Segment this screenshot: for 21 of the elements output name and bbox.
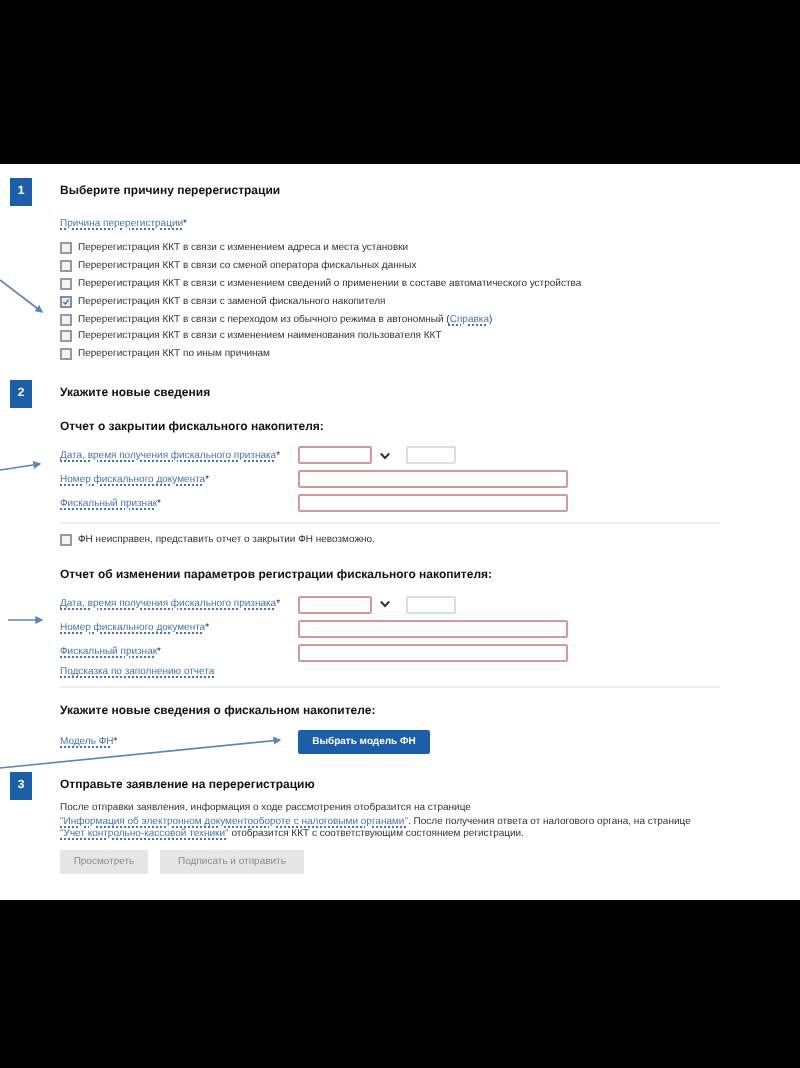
pointer-arrow bbox=[7, 616, 44, 624]
input-field[interactable] bbox=[298, 619, 568, 638]
checkbox[interactable] bbox=[60, 533, 72, 546]
input-field[interactable] bbox=[298, 494, 568, 513]
input-field[interactable] bbox=[298, 470, 568, 489]
reason-checkbox[interactable] bbox=[60, 295, 72, 308]
reason-checkbox[interactable] bbox=[60, 348, 72, 361]
date-field[interactable] bbox=[298, 595, 372, 614]
chevron-down-icon[interactable] bbox=[380, 451, 390, 460]
pointer-arrow bbox=[0, 461, 42, 471]
reason-checkbox[interactable] bbox=[60, 330, 72, 343]
reason-checkbox[interactable] bbox=[60, 260, 72, 273]
pointer-arrow bbox=[0, 279, 44, 313]
time-field[interactable] bbox=[406, 446, 456, 465]
chevron-down-icon[interactable] bbox=[380, 600, 390, 609]
input-field[interactable] bbox=[298, 643, 568, 662]
reason-checkbox[interactable] bbox=[60, 242, 72, 255]
date-field[interactable] bbox=[298, 446, 372, 465]
time-field[interactable] bbox=[406, 595, 456, 614]
reason-checkbox[interactable] bbox=[60, 313, 72, 326]
reason-checkbox[interactable] bbox=[60, 277, 72, 290]
